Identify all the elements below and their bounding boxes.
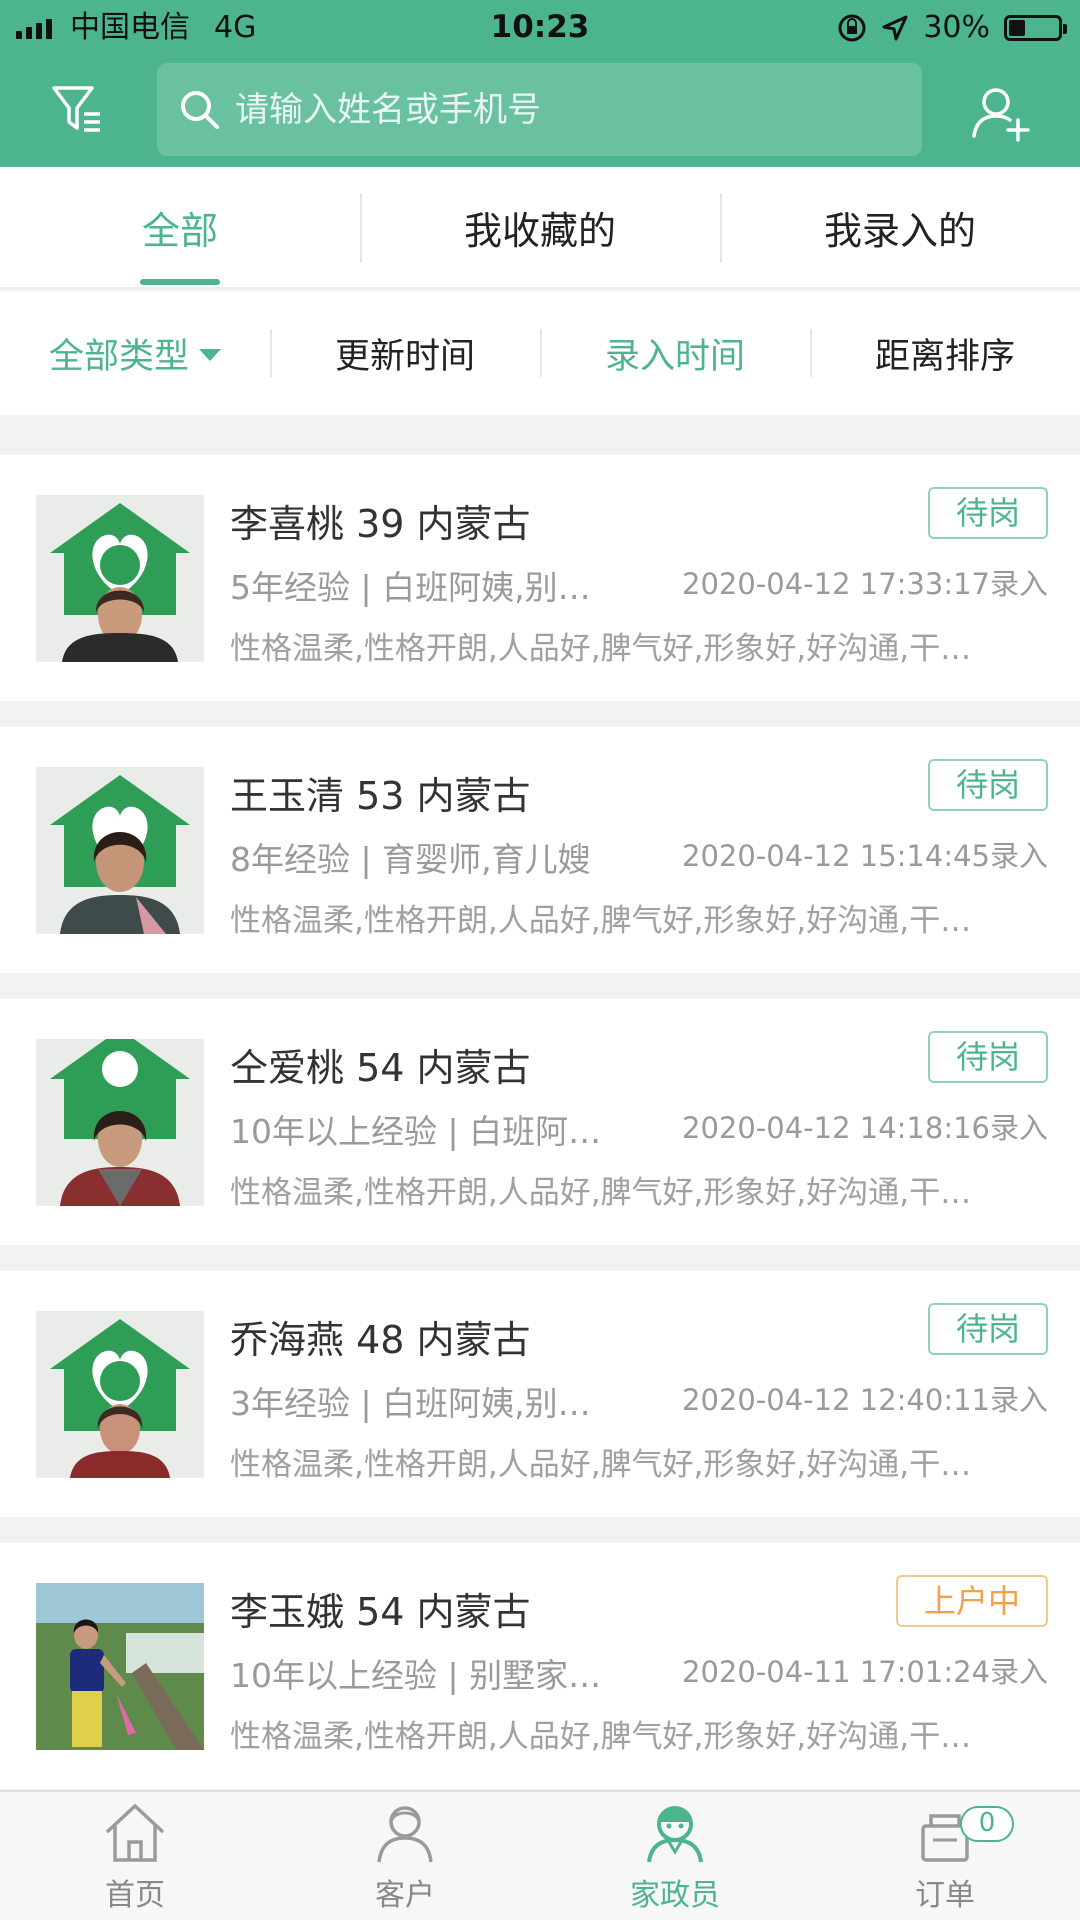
worker-name: 王玉清 53 内蒙古 (230, 774, 531, 818)
nav-order-label: 订单 (915, 1878, 975, 1913)
nav-customer-label: 客户 (375, 1878, 435, 1913)
battery-level (1009, 19, 1025, 36)
worker-list: 李喜桃 39 内蒙古 待岗 5年经验 | 白班阿姨,别… 2020-04-12 … (0, 455, 1080, 1815)
location-icon (882, 15, 908, 40)
caret-down-icon (199, 349, 221, 361)
app-root: 中国电信 4G 10:23 30% 请输入姓名或手机号 全部 我收藏的 我录入的… (0, 0, 1080, 1920)
tab-bar: 全部 我收藏的 我录入的 (0, 167, 1080, 289)
worker-card[interactable]: 李玉娥 54 内蒙古 上户中 10年以上经验 | 别墅家… 2020-04-11… (0, 1543, 1080, 1789)
nav-home-label: 首页 (105, 1878, 165, 1913)
worker-tags: 性格温柔,性格开朗,人品好,脾气好,形象好,好沟通,干… (230, 903, 972, 939)
worker-card[interactable]: 乔海燕 48 内蒙古 待岗 3年经验 | 白班阿姨,别… 2020-04-12 … (0, 1271, 1080, 1517)
avatar-photo (36, 1311, 204, 1478)
worker-experience: 10年以上经验 | 别墅家… (230, 1656, 602, 1695)
nav-worker[interactable]: 家政员 (540, 1792, 810, 1920)
status-badge: 待岗 (927, 487, 1048, 539)
home-icon (105, 1804, 165, 1862)
worker-name: 李玉娥 54 内蒙古 (230, 1590, 531, 1634)
worker-experience: 8年经验 | 育婴师,育儿嫂 (230, 840, 591, 879)
worker-icon (647, 1806, 703, 1863)
header: 中国电信 4G 10:23 30% (0, 0, 1080, 167)
avatar-photo (36, 1583, 204, 1750)
entry-time: 2020-04-11 17:01:24录入 (682, 1655, 1048, 1689)
search-icon (181, 90, 219, 129)
status-badge: 上户中 (895, 1575, 1048, 1627)
battery-percent: 30% (923, 10, 990, 45)
worker-card[interactable]: 王玉清 53 内蒙古 待岗 8年经验 | 育婴师,育儿嫂 2020-04-12 … (0, 727, 1080, 973)
avatar (36, 767, 204, 934)
status-badge: 待岗 (927, 1303, 1048, 1355)
worker-tags: 性格温柔,性格开朗,人品好,脾气好,形象好,好沟通,干… (230, 631, 972, 667)
status-right: 30% (837, 0, 1067, 55)
sort-update-time[interactable]: 更新时间 (270, 291, 540, 415)
avatar-photo (36, 495, 204, 662)
nav-home[interactable]: 首页 (0, 1792, 270, 1920)
worker-experience: 5年经验 | 白班阿姨,别… (230, 568, 591, 607)
battery-icon (1004, 14, 1067, 41)
entry-time: 2020-04-12 17:33:17录入 (682, 567, 1048, 601)
rotation-lock-icon (838, 14, 866, 41)
worker-tags: 性格温柔,性格开朗,人品好,脾气好,形象好,好沟通,干… (230, 1719, 972, 1755)
worker-experience: 10年以上经验 | 白班阿… (230, 1112, 602, 1151)
nav-order[interactable]: 订单 0 (810, 1792, 1080, 1920)
sort-bar: 全部类型 更新时间 录入时间 距离排序 (0, 291, 1080, 415)
sort-all-types[interactable]: 全部类型 (0, 291, 270, 415)
nav-customer[interactable]: 客户 (270, 1792, 540, 1920)
nav-worker-label: 家政员 (630, 1878, 720, 1913)
search-input[interactable] (235, 89, 922, 130)
order-count-badge: 0 (960, 1806, 1014, 1842)
sort-all-types-label: 全部类型 (48, 336, 189, 377)
entry-time: 2020-04-12 15:14:45录入 (682, 839, 1048, 873)
search-bar[interactable] (157, 63, 922, 156)
customer-icon (377, 1806, 433, 1863)
entry-time: 2020-04-12 14:18:16录入 (682, 1111, 1048, 1145)
status-badge: 待岗 (927, 1031, 1048, 1083)
worker-name: 乔海燕 48 内蒙古 (230, 1318, 531, 1362)
avatar (36, 1583, 204, 1750)
tab-my-entries[interactable]: 我录入的 (720, 167, 1080, 287)
avatar-photo (36, 1039, 204, 1206)
worker-card[interactable]: 李喜桃 39 内蒙古 待岗 5年经验 | 白班阿姨,别… 2020-04-12 … (0, 455, 1080, 701)
sort-distance[interactable]: 距离排序 (810, 291, 1080, 415)
worker-card[interactable]: 仝爱桃 54 内蒙古 待岗 10年以上经验 | 白班阿… 2020-04-12 … (0, 999, 1080, 1245)
avatar (36, 495, 204, 662)
entry-time: 2020-04-12 12:40:11录入 (682, 1383, 1048, 1417)
bottom-nav: 首页 客户 家政员 订单 0 (0, 1790, 1080, 1920)
worker-name: 仝爱桃 54 内蒙古 (230, 1046, 531, 1090)
sort-entry-time[interactable]: 录入时间 (540, 291, 810, 415)
status-bar: 中国电信 4G 10:23 30% (0, 0, 1080, 55)
avatar (36, 1039, 204, 1206)
add-user-icon[interactable] (970, 82, 1032, 144)
avatar (36, 1311, 204, 1478)
worker-tags: 性格温柔,性格开朗,人品好,脾气好,形象好,好沟通,干… (230, 1447, 972, 1483)
tab-all[interactable]: 全部 (0, 167, 360, 287)
worker-name: 李喜桃 39 内蒙古 (230, 502, 531, 546)
filter-icon[interactable] (50, 82, 104, 136)
worker-tags: 性格温柔,性格开朗,人品好,脾气好,形象好,好沟通,干… (230, 1175, 972, 1211)
worker-experience: 3年经验 | 白班阿姨,别… (230, 1384, 591, 1423)
status-badge: 待岗 (927, 759, 1048, 811)
tab-favorites[interactable]: 我收藏的 (360, 167, 720, 287)
avatar-photo (36, 767, 204, 934)
